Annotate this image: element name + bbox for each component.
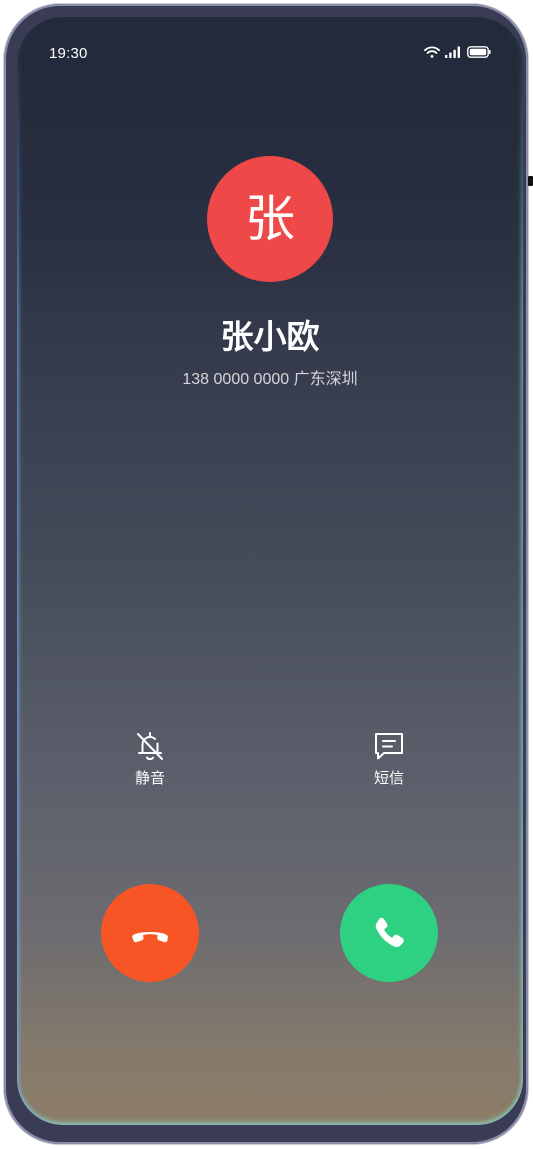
mute-label: 静音 — [134, 769, 165, 787]
message-icon — [375, 733, 403, 760]
status-icons — [424, 46, 491, 58]
status-time: 19:30 — [49, 45, 88, 62]
bell-off-icon — [137, 732, 163, 761]
answer-call-button[interactable] — [340, 884, 438, 982]
status-bar: 19:30 — [17, 17, 523, 73]
signal-icon — [445, 46, 460, 58]
battery-icon — [467, 46, 491, 58]
wifi-icon — [424, 46, 440, 58]
message-label: 短信 — [373, 769, 404, 787]
decline-call-button[interactable] — [101, 884, 199, 982]
phone-hangup-icon — [132, 932, 168, 943]
phone-frame: 19:30 张 张小欧 138 0000 0000 广东深圳 静音 短信 — [4, 4, 533, 1144]
caller-number-location: 138 0000 0000 广东深圳 — [182, 371, 358, 388]
phone-icon — [375, 917, 404, 947]
message-button[interactable]: 短信 — [349, 729, 429, 788]
incoming-call-screen: 19:30 张 张小欧 138 0000 0000 广东深圳 静音 短信 — [17, 17, 523, 1125]
caller-name: 张小欧 — [220, 317, 320, 356]
side-button — [528, 176, 533, 186]
caller-avatar: 张 — [207, 156, 333, 282]
mute-button[interactable]: 静音 — [110, 729, 190, 788]
